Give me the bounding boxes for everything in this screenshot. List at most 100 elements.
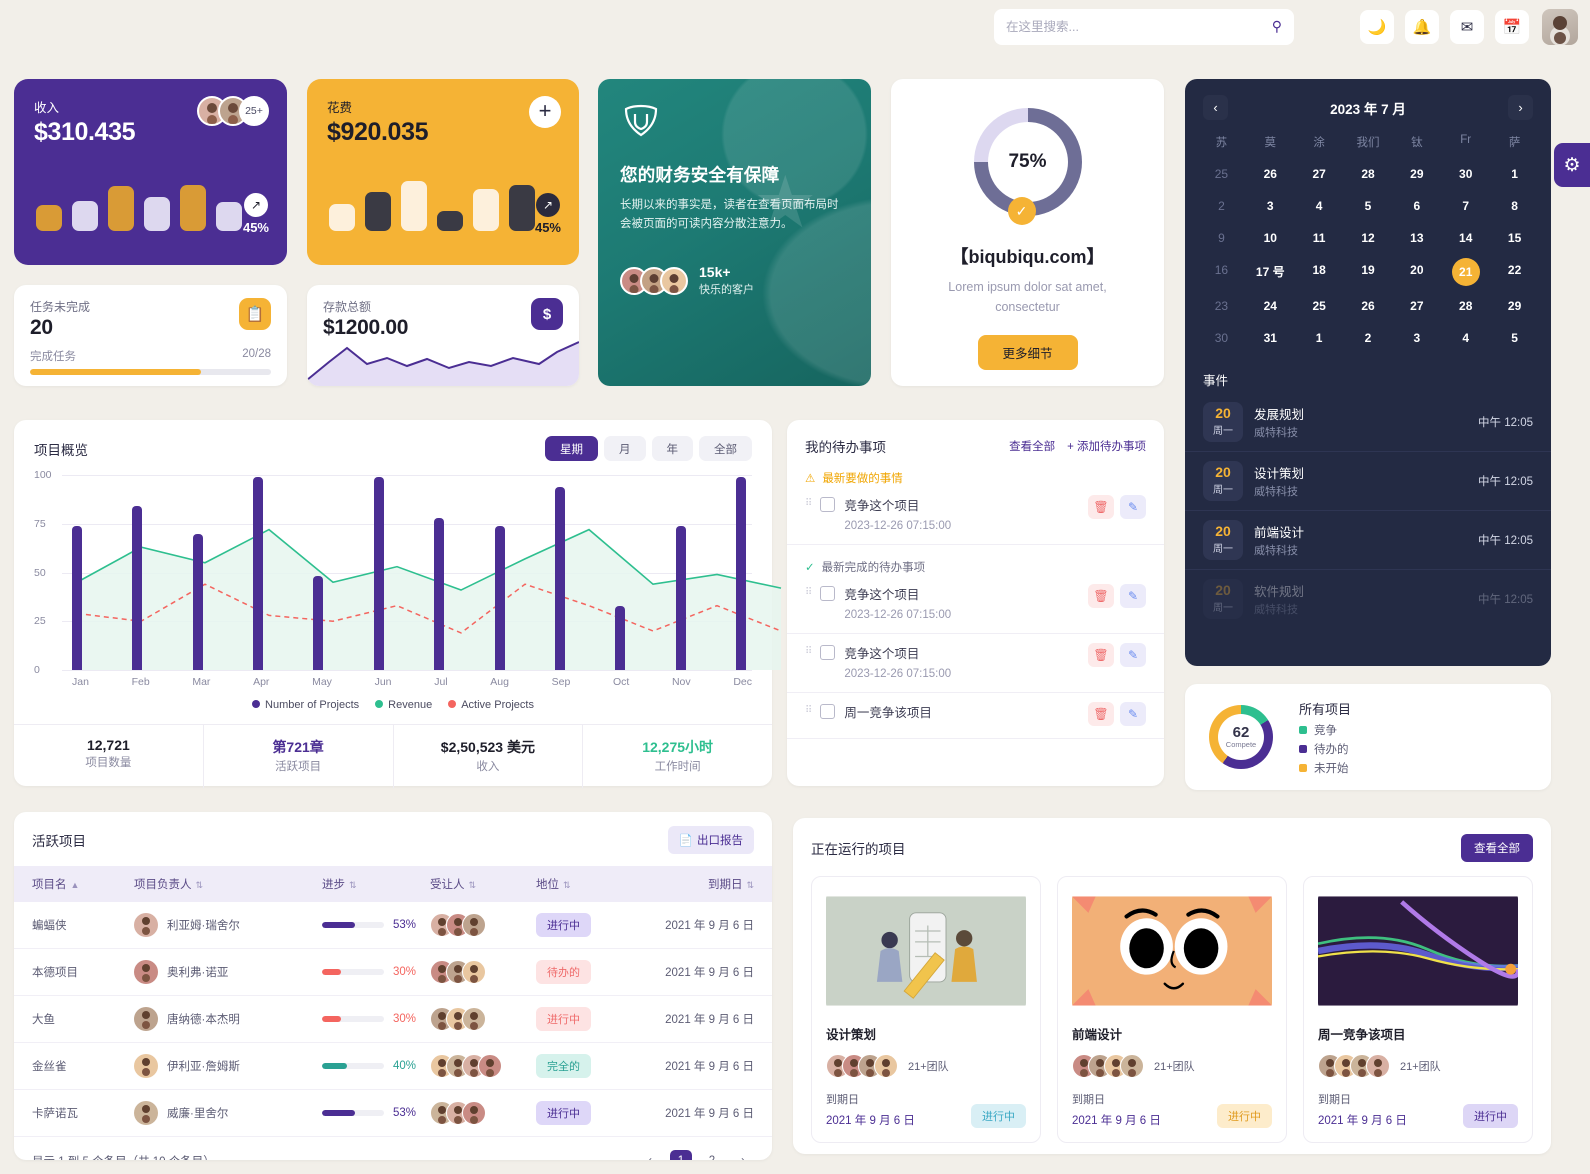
chart-tab-全部[interactable]: 全部 (699, 436, 752, 461)
pencil-icon[interactable]: ✎ (1120, 702, 1146, 726)
pencil-icon[interactable]: ✎ (1120, 495, 1146, 519)
event-row[interactable]: 20 周一 设计策划 威特科技 中午 12:05 (1185, 452, 1551, 511)
calendar-day[interactable]: 11 (1295, 222, 1344, 254)
table-row[interactable]: 蝙蝠侠 利亚姆·瑞舍尔 53% 进行中 2021 年 9 月 6 日 (14, 902, 772, 949)
drag-handle-icon[interactable]: ⠿ (805, 705, 812, 717)
search-icon[interactable]: ⚲ (1272, 18, 1282, 35)
todo-item[interactable]: ⠿ 竞争这个项目 2023-12-26 07:15:00 🗑 ✎ (787, 634, 1164, 693)
th-status[interactable]: 地位 ⇅ (536, 866, 646, 902)
todo-add-link[interactable]: + 添加待办事项 (1067, 438, 1146, 454)
calendar-day[interactable]: 30 (1197, 322, 1246, 354)
chevron-right-icon[interactable]: › (1507, 95, 1533, 120)
calendar-day[interactable]: 2 (1197, 190, 1246, 222)
event-row[interactable]: 20 周一 软件规划 威特科技 中午 12:05 (1185, 570, 1551, 628)
calendar-day[interactable]: 20 (1392, 254, 1441, 290)
calendar-day[interactable]: 15 (1490, 222, 1539, 254)
calendar-day[interactable]: 27 (1392, 290, 1441, 322)
plus-icon[interactable]: + (529, 96, 561, 128)
th-progress[interactable]: 进步 ⇅ (322, 866, 430, 902)
chart-tab-月[interactable]: 月 (604, 436, 646, 461)
calendar-day[interactable]: 13 (1392, 222, 1441, 254)
calendar-day[interactable]: 23 (1197, 290, 1246, 322)
calendar-day[interactable]: 8 (1490, 190, 1539, 222)
todo-item[interactable]: ⠿ 竞争这个项目 2023-12-26 07:15:00 🗑 ✎ (787, 575, 1164, 634)
pencil-icon[interactable]: ✎ (1120, 584, 1146, 608)
calendar-day[interactable]: 4 (1441, 322, 1490, 354)
table-row[interactable]: 卡萨诺瓦 威廉·里舍尔 53% 进行中 2021 年 9 月 6 日 (14, 1089, 772, 1137)
todo-checkbox[interactable] (820, 645, 836, 660)
calendar-day[interactable]: 28 (1344, 158, 1393, 190)
search-input[interactable] (1006, 19, 1272, 34)
drag-handle-icon[interactable]: ⠿ (805, 587, 812, 599)
calendar-day[interactable]: 9 (1197, 222, 1246, 254)
table-row[interactable]: 本德项目 奥利弗·诺亚 30% 待办的 2021 年 9 月 6 日 (14, 948, 772, 996)
calendar-day[interactable]: 28 (1441, 290, 1490, 322)
calendar-day[interactable]: 12 (1344, 222, 1393, 254)
page-2[interactable]: 2 (701, 1150, 723, 1160)
calendar-day[interactable]: 7 (1441, 190, 1490, 222)
todo-item[interactable]: ⠿ 竞争这个项目 2023-12-26 07:15:00 🗑 ✎ (787, 486, 1164, 545)
trash-icon[interactable]: 🗑 (1088, 495, 1114, 519)
calendar-day[interactable]: 3 (1246, 190, 1295, 222)
chart-tab-星期[interactable]: 星期 (545, 436, 598, 461)
calendar-day[interactable]: 27 (1295, 158, 1344, 190)
calendar-day[interactable]: 5 (1344, 190, 1393, 222)
moon-icon[interactable]: 🌙 (1360, 9, 1394, 44)
calendar-day[interactable]: 16 (1197, 254, 1246, 290)
calendar-day[interactable]: 4 (1295, 190, 1344, 222)
mail-icon[interactable]: ✉ (1450, 9, 1484, 44)
calendar-day[interactable]: 2 (1344, 322, 1393, 354)
table-row[interactable]: 大鱼 唐纳德·本杰明 30% 进行中 2021 年 9 月 6 日 (14, 995, 772, 1043)
calendar-day[interactable]: 10 (1246, 222, 1295, 254)
calendar-icon[interactable]: 📅 (1495, 9, 1529, 44)
more-details-button[interactable]: 更多细节 (977, 335, 1078, 370)
drag-handle-icon[interactable]: ⠿ (805, 498, 812, 510)
drag-handle-icon[interactable]: ⠿ (805, 646, 812, 658)
chevron-left-icon[interactable]: ‹ (639, 1150, 661, 1160)
user-avatar[interactable] (1542, 8, 1578, 45)
calendar-day[interactable]: 22 (1490, 254, 1539, 290)
pencil-icon[interactable]: ✎ (1120, 643, 1146, 667)
calendar-day[interactable]: 1 (1295, 322, 1344, 354)
calendar-day[interactable]: 26 (1344, 290, 1393, 322)
chevron-left-icon[interactable]: ‹ (1203, 95, 1228, 120)
calendar-day[interactable]: 17 号 (1246, 254, 1295, 290)
todo-view-all-link[interactable]: 查看全部 (1009, 438, 1055, 454)
event-row[interactable]: 20 周一 发展规划 威特科技 中午 12:05 (1185, 393, 1551, 452)
running-view-all-button[interactable]: 查看全部 (1461, 834, 1533, 862)
calendar-day[interactable]: 14 (1441, 222, 1490, 254)
calendar-day[interactable]: 30 (1441, 158, 1490, 190)
calendar-day[interactable]: 31 (1246, 322, 1295, 354)
calendar-day[interactable]: 3 (1392, 322, 1441, 354)
calendar-day[interactable]: 19 (1344, 254, 1393, 290)
th-due-date[interactable]: 到期日 ⇅ (646, 866, 772, 902)
chart-tab-年[interactable]: 年 (651, 436, 693, 461)
todo-checkbox[interactable] (820, 586, 836, 601)
todo-item[interactable]: ⠿ 周一竞争该项目 🗑 ✎ (787, 693, 1164, 739)
gear-icon[interactable]: ⚙ (1554, 143, 1590, 187)
running-project-card[interactable]: 设计策划 21+团队 到期日 2021 年 9 月 6 日 进行中 (811, 876, 1041, 1143)
export-report-button[interactable]: 📄 出口报告 (667, 826, 754, 854)
trash-icon[interactable]: 🗑 (1088, 702, 1114, 726)
page-1[interactable]: 1 (670, 1150, 692, 1160)
th-owner[interactable]: 项目负责人 ⇅ (134, 866, 322, 902)
event-row[interactable]: 20 周一 前端设计 威特科技 中午 12:05 (1185, 511, 1551, 570)
calendar-day[interactable]: 29 (1490, 290, 1539, 322)
th-project-name[interactable]: 项目名 ▲ (14, 866, 134, 902)
calendar-day[interactable]: 29 (1392, 158, 1441, 190)
calendar-day[interactable]: 5 (1490, 322, 1539, 354)
avatar-more-count[interactable]: 25+ (239, 96, 269, 126)
running-project-card[interactable]: 周一竞争该项目 21+团队 到期日 2021 年 9 月 6 日 进行中 (1303, 876, 1533, 1143)
calendar-day[interactable]: 6 (1392, 190, 1441, 222)
running-project-card[interactable]: 前端设计 21+团队 到期日 2021 年 9 月 6 日 进行中 (1057, 876, 1287, 1143)
calendar-day[interactable]: 26 (1246, 158, 1295, 190)
table-row[interactable]: 金丝雀 伊利亚·詹姆斯 40% 完全的 2021 年 9 月 6 日 (14, 1042, 772, 1090)
calendar-day[interactable]: 1 (1490, 158, 1539, 190)
todo-checkbox[interactable] (820, 497, 836, 512)
calendar-day[interactable]: 24 (1246, 290, 1295, 322)
calendar-day[interactable]: 25 (1197, 158, 1246, 190)
th-assignee[interactable]: 受让人 ⇅ (430, 866, 536, 902)
bell-icon[interactable]: 🔔 (1405, 9, 1439, 44)
search-box[interactable]: ⚲ (994, 8, 1294, 45)
trash-icon[interactable]: 🗑 (1088, 643, 1114, 667)
